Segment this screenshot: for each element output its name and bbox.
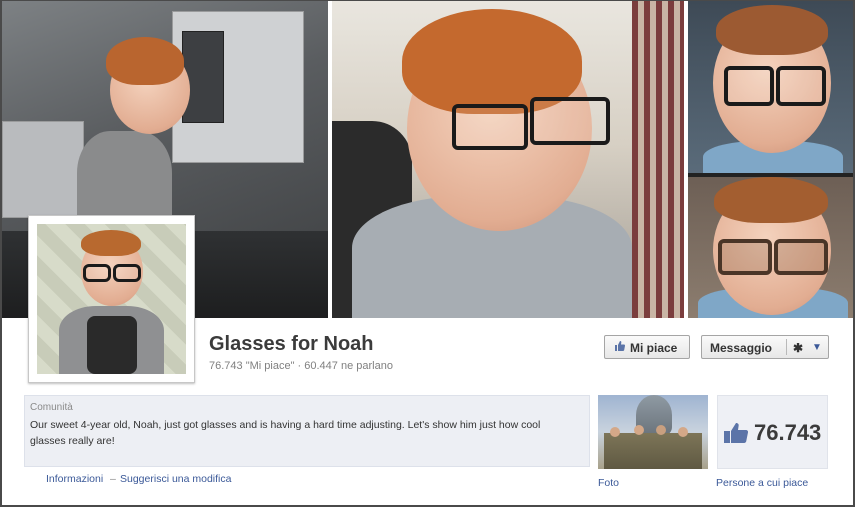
- thumbs-up-icon: [613, 336, 627, 360]
- glasses-right-lens: [776, 66, 826, 106]
- glasses-left-lens: [83, 264, 111, 282]
- button-separator: [786, 339, 787, 355]
- link-separator: –: [110, 473, 116, 485]
- profile-picture[interactable]: [28, 215, 195, 383]
- about-box: Comunità Our sweet 4-year old, Noah, jus…: [24, 395, 590, 467]
- boy-hair: [716, 5, 828, 55]
- like-button[interactable]: Mi piace: [604, 335, 690, 359]
- likes-caption[interactable]: Persone a cui piace: [716, 477, 808, 489]
- boy-hair: [106, 37, 184, 85]
- boy-hair: [81, 230, 141, 256]
- soldier-head: [678, 427, 688, 437]
- likes-tile[interactable]: 76.743: [717, 395, 828, 469]
- soldier-head: [634, 425, 644, 435]
- page-title: Glasses for Noah: [209, 333, 374, 355]
- soldier-head: [656, 425, 666, 435]
- likes-count: 76.743: [754, 420, 822, 445]
- info-link[interactable]: Informazioni: [46, 473, 103, 485]
- profile-photo: [37, 224, 186, 374]
- like-button-label: Mi piace: [630, 341, 678, 355]
- monitor: [2, 121, 84, 218]
- photos-tile[interactable]: [598, 395, 708, 469]
- glasses-left-lens: [724, 66, 774, 106]
- glasses-right-lens: [113, 264, 141, 282]
- photos-caption[interactable]: Foto: [598, 477, 619, 489]
- glasses-right-lens: [530, 97, 610, 145]
- message-button-group: Messaggio ✱ ▼: [701, 335, 829, 359]
- boy-hair: [714, 177, 828, 223]
- gear-icon[interactable]: ✱: [793, 336, 803, 360]
- cover-photo-boy-top: [688, 1, 853, 173]
- message-button[interactable]: Messaggio: [710, 336, 772, 360]
- plaid-shirt: [632, 1, 684, 318]
- glasses-right-lens: [774, 239, 828, 275]
- caret-down-icon[interactable]: ▼: [812, 336, 822, 360]
- glasses-left-lens: [452, 104, 528, 150]
- page-category: Comunità: [30, 402, 73, 413]
- cover-photo-boy-bottom: [688, 177, 853, 318]
- facebook-page: Glasses for Noah 76.743 "Mi piace" · 60.…: [0, 0, 855, 507]
- page-description: Our sweet 4-year old, Noah, just got gla…: [30, 419, 541, 447]
- page-stats: 76.743 "Mi piace" · 60.447 ne parlano: [209, 360, 393, 372]
- thumbs-up-icon: [724, 423, 749, 443]
- soldier-head: [610, 427, 620, 437]
- cover-photo-smiling-boy: [332, 1, 684, 318]
- glasses-left-lens: [718, 239, 772, 275]
- soldiers: [604, 433, 702, 469]
- boy-shirt-print: [87, 316, 137, 374]
- suggest-edit-link[interactable]: Suggerisci una modifica: [120, 473, 231, 485]
